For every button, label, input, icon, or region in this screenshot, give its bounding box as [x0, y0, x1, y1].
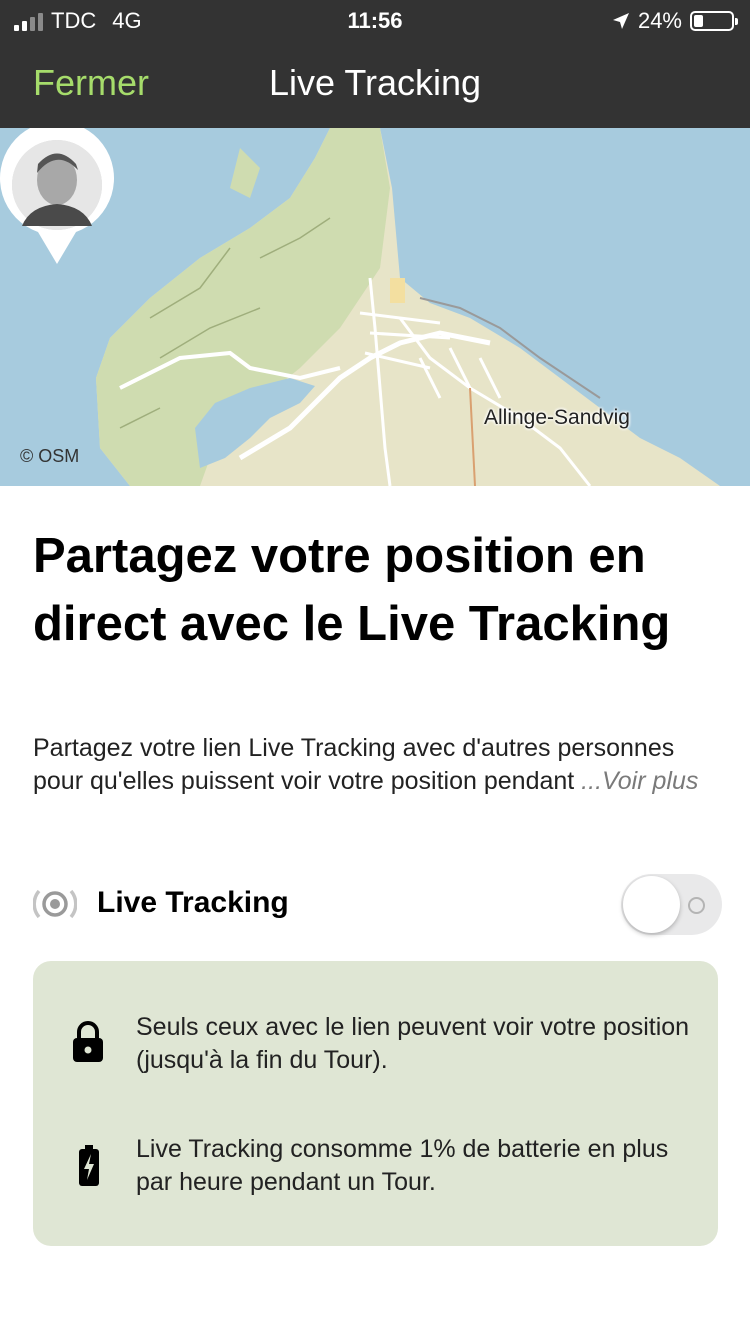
location-arrow-icon — [612, 13, 629, 29]
info-text-battery: Live Tracking consomme 1% de batterie en… — [136, 1135, 669, 1196]
info-box: Seuls ceux avec le lien peuvent voir vot… — [33, 961, 718, 1246]
battery-icon — [690, 11, 738, 31]
avatar — [12, 140, 102, 230]
lock-icon — [73, 1021, 103, 1062]
map-place-label: Allinge-Sandvig — [484, 406, 630, 429]
broadcast-icon — [33, 889, 77, 919]
battery-charging-icon — [79, 1145, 99, 1186]
status-bar: TDC 4G 11:56 24% — [0, 0, 750, 40]
info-text-privacy: Seuls ceux avec le lien peuvent voir vot… — [136, 1013, 690, 1074]
page-title: Live Tracking — [268, 62, 482, 103]
see-more-link[interactable]: ...Voir plus — [574, 767, 698, 795]
live-tracking-row: Live Tracking — [33, 872, 723, 936]
battery-percent: 24% — [637, 8, 682, 33]
headline: Partagez votre position en direct avec l… — [33, 529, 671, 651]
map-attribution[interactable]: © OSM — [20, 446, 79, 467]
map-view[interactable]: © OSM Allinge-Sandvig — [0, 128, 750, 486]
live-tracking-toggle[interactable] — [621, 874, 722, 935]
description: Partagez votre lien Live Tracking avec d… — [33, 732, 723, 798]
status-bar-right: 24% — [612, 8, 738, 34]
live-tracking-label: Live Tracking — [97, 886, 289, 919]
toggle-knob — [623, 876, 680, 933]
user-location-pin[interactable] — [0, 128, 114, 266]
toggle-off-indicator — [688, 897, 705, 914]
navigation-bar: Fermer Live Tracking — [0, 40, 750, 128]
